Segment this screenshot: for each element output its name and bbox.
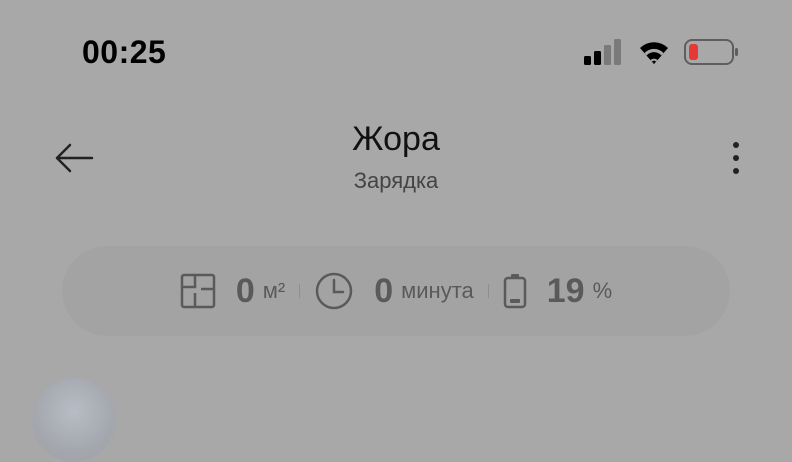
clock-icon [314,271,354,311]
device-avatar[interactable] [32,378,116,462]
battery-icon [503,273,527,309]
time-unit: минута [401,278,474,303]
battery-value: 19 [546,271,585,310]
cleaning-stats-card: 0 м² 0 минута 19 % [62,246,730,336]
header: Жора Зарядка [0,110,792,210]
status-icons [584,38,740,71]
time-value: 0 [374,271,394,310]
battery-status-icon [684,38,740,71]
area-unit: м² [262,278,286,303]
signal-icon [584,39,624,70]
stat-battery: 19 % [503,272,612,311]
stat-area: 0 м² [180,272,285,311]
battery-unit: % [592,278,613,303]
wifi-icon [638,39,670,70]
status-bar: 00:25 [0,0,792,100]
device-status-subtitle: Зарядка [353,168,439,193]
more-menu-button[interactable] [724,136,748,180]
stat-time: 0 минута [314,271,474,311]
stat-divider [487,284,489,298]
page-title: Жора [352,120,440,158]
more-vertical-icon [733,142,739,174]
area-value: 0 [235,271,255,310]
status-time: 00:25 [82,34,167,70]
floor-plan-icon [180,273,216,309]
stat-divider [299,284,301,298]
